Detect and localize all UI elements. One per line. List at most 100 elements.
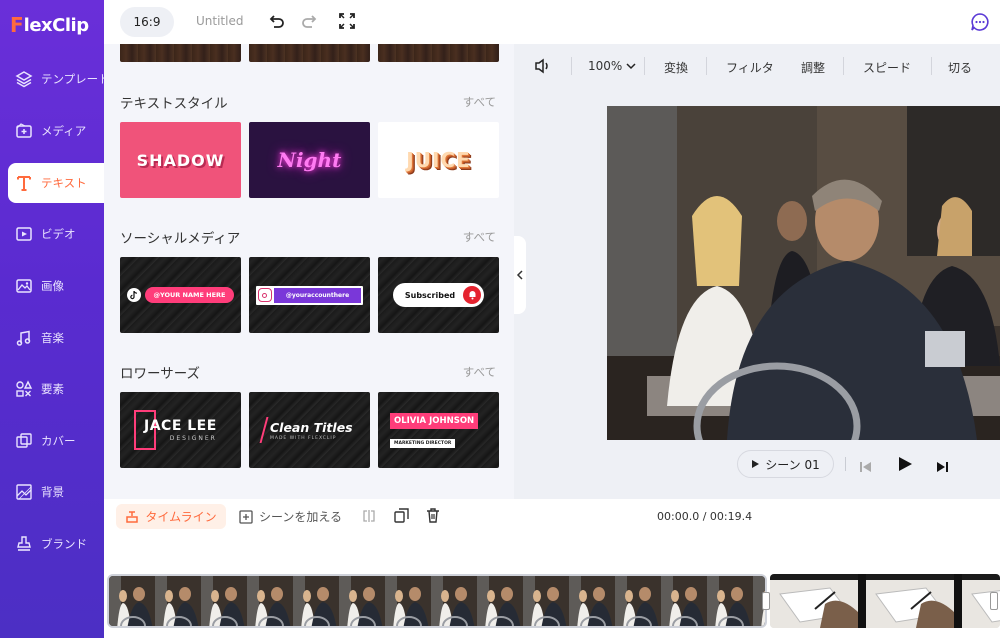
clip-thumbnails bbox=[770, 574, 1000, 628]
elements-icon bbox=[14, 379, 34, 399]
accent-bar bbox=[259, 417, 269, 443]
redo-icon[interactable] bbox=[300, 12, 320, 32]
logo-text: lexClip bbox=[23, 14, 89, 36]
sidebar-item-text[interactable]: テキスト bbox=[8, 163, 104, 203]
sidebar-item-label: 背景 bbox=[41, 485, 64, 499]
play-icon[interactable] bbox=[898, 456, 913, 476]
text-style-night[interactable]: Night bbox=[249, 122, 370, 198]
tile-text: JACE LEE bbox=[144, 418, 217, 434]
logo-mark: F bbox=[10, 13, 24, 37]
section-title: ソーシャルメディア bbox=[120, 231, 241, 247]
template-tile[interactable] bbox=[120, 44, 241, 62]
text-style-shadow[interactable]: SHADOW bbox=[120, 122, 241, 198]
toolbar-divider bbox=[644, 57, 645, 75]
sidebar-item-video[interactable]: ビデオ bbox=[0, 214, 104, 254]
cut-button[interactable]: 切る bbox=[948, 59, 972, 76]
add-scene-button[interactable]: シーンを加える bbox=[239, 508, 342, 525]
sidebar-item-label: テキスト bbox=[41, 176, 87, 190]
instagram-badge: @youraccounthere bbox=[255, 285, 364, 305]
instagram-icon bbox=[257, 288, 272, 302]
tile-text: @youraccounthere bbox=[273, 287, 362, 303]
brand-icon bbox=[14, 534, 34, 554]
see-all-link[interactable]: すべて bbox=[463, 94, 496, 110]
zoom-select[interactable]: 100% bbox=[588, 59, 636, 73]
tile-text: Clean Titles bbox=[270, 419, 353, 435]
sidebar-item-elements[interactable]: 要素 bbox=[0, 369, 104, 409]
timeline-icon bbox=[126, 510, 139, 523]
cover-icon bbox=[14, 431, 34, 451]
tile-text: OLIVIA JOHNSON bbox=[390, 412, 479, 429]
social-instagram-tile[interactable]: @youraccounthere bbox=[249, 257, 370, 333]
delete-icon[interactable] bbox=[426, 508, 440, 526]
sidebar-item-label: カバー bbox=[41, 434, 76, 448]
sidebar-item-cover[interactable]: カバー bbox=[0, 421, 104, 461]
video-icon bbox=[14, 224, 34, 244]
section-title: テキストスタイル bbox=[120, 96, 228, 112]
speed-button[interactable]: スピード bbox=[863, 59, 911, 76]
sidebar: F lexClip テンプレート メディア テキスト ビデオ 画像 音楽 要素 … bbox=[0, 0, 104, 638]
sidebar-item-music[interactable]: 音楽 bbox=[0, 318, 104, 358]
lower-third-content: JACE LEE DESIGNER bbox=[134, 410, 217, 450]
sidebar-item-templates[interactable]: テンプレート bbox=[0, 59, 104, 99]
adjust-button[interactable]: 調整 bbox=[801, 59, 825, 76]
next-icon[interactable] bbox=[936, 458, 949, 477]
sidebar-item-brand[interactable]: ブランド bbox=[0, 524, 104, 564]
chat-icon[interactable] bbox=[970, 12, 990, 32]
text-style-juice[interactable]: JUICE bbox=[378, 122, 499, 198]
social-tiktok-tile[interactable]: @YOUR NAME HERE bbox=[120, 257, 241, 333]
tile-text: Subscribed bbox=[404, 290, 456, 300]
image-icon bbox=[14, 276, 34, 296]
sidebar-item-image[interactable]: 画像 bbox=[0, 266, 104, 306]
fullscreen-icon[interactable] bbox=[338, 12, 358, 32]
lower-third-jace-lee[interactable]: JACE LEE DESIGNER bbox=[120, 392, 241, 468]
tile-text: @YOUR NAME HERE bbox=[145, 287, 234, 303]
sidebar-item-label: メディア bbox=[41, 124, 87, 138]
template-tile[interactable] bbox=[378, 44, 499, 62]
project-title[interactable]: Untitled bbox=[196, 14, 243, 28]
aspect-ratio-button[interactable]: 16:9 bbox=[120, 7, 174, 37]
transform-button[interactable]: 変換 bbox=[664, 59, 688, 76]
toolbar-divider bbox=[706, 57, 707, 75]
timeline-button[interactable]: タイムライン bbox=[116, 504, 226, 529]
clip-trim-handle[interactable] bbox=[762, 592, 770, 610]
time-display: 00:00.0 / 00:19.4 bbox=[657, 510, 753, 523]
timeline-bar: タイムライン シーンを加える 00:00.0 / 00:19.4 bbox=[104, 499, 1000, 535]
duplicate-icon[interactable] bbox=[394, 508, 409, 526]
split-icon[interactable] bbox=[362, 509, 376, 526]
tiktok-icon bbox=[127, 288, 142, 302]
video-preview[interactable] bbox=[607, 106, 1000, 440]
toolbar-divider bbox=[571, 57, 572, 75]
see-all-link[interactable]: すべて bbox=[463, 229, 496, 245]
previous-icon[interactable] bbox=[859, 458, 872, 477]
play-icon bbox=[752, 460, 760, 468]
lower-third-content: Clean Titles MADE WITH FLEXCLIP bbox=[259, 417, 353, 443]
scene-play-button[interactable]: シーン 01 bbox=[737, 450, 834, 478]
bell-icon bbox=[463, 286, 482, 304]
tile-subtext: DESIGNER bbox=[169, 435, 217, 442]
sidebar-item-label: 音楽 bbox=[41, 331, 64, 345]
see-all-link[interactable]: すべて bbox=[463, 364, 496, 380]
subscribed-badge: Subscribed bbox=[392, 283, 485, 307]
flexclip-logo[interactable]: F lexClip bbox=[10, 10, 89, 40]
template-tile[interactable] bbox=[249, 44, 370, 62]
social-subscribed-tile[interactable]: Subscribed bbox=[378, 257, 499, 333]
volume-icon[interactable] bbox=[534, 58, 552, 77]
background-icon bbox=[14, 482, 34, 502]
media-add-icon bbox=[14, 121, 34, 141]
meeting-scene-image bbox=[607, 106, 1000, 440]
clip-trim-handle[interactable] bbox=[990, 592, 998, 610]
tile-text: Night bbox=[277, 148, 342, 172]
sidebar-item-background[interactable]: 背景 bbox=[0, 472, 104, 512]
sidebar-item-media[interactable]: メディア bbox=[0, 111, 104, 151]
collapse-panel-button[interactable] bbox=[514, 236, 526, 314]
toolbar-divider bbox=[931, 57, 932, 75]
sidebar-item-label: ブランド bbox=[41, 537, 87, 551]
lower-third-clean-titles[interactable]: Clean Titles MADE WITH FLEXCLIP bbox=[249, 392, 370, 468]
undo-icon[interactable] bbox=[268, 12, 288, 32]
scene-clip-1[interactable] bbox=[107, 574, 767, 628]
sidebar-item-label: ビデオ bbox=[41, 227, 76, 241]
lower-third-olivia-johnson[interactable]: OLIVIA JOHNSON MARKETING DIRECTOR bbox=[378, 392, 499, 468]
scene-clip-2[interactable] bbox=[770, 574, 1000, 628]
sidebar-item-label: テンプレート bbox=[41, 72, 104, 86]
filter-button[interactable]: フィルタ bbox=[726, 59, 774, 76]
